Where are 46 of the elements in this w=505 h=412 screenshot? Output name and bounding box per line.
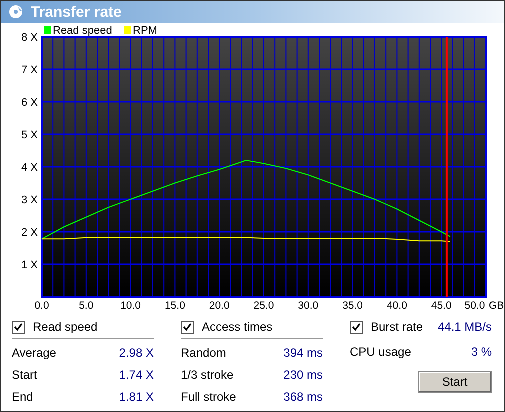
x-tick-label: 5.0 [79, 300, 94, 312]
checkbox[interactable] [12, 320, 25, 334]
checkbox-label: Burst rate [371, 320, 424, 334]
stat-value: 2.98 X [119, 346, 154, 360]
window-title: Transfer rate [31, 4, 122, 20]
y-tick-label: 3 X [21, 194, 38, 206]
stat-label: Start [12, 368, 38, 382]
disc-icon [9, 5, 23, 19]
stat-label: Average [12, 346, 56, 360]
stat-value: 1.81 X [119, 390, 154, 404]
stat-label: CPU usage [350, 345, 412, 359]
y-tick-label: 7 X [21, 64, 38, 76]
y-tick-label: 6 X [21, 97, 38, 109]
stat-value: 230 ms [284, 368, 323, 382]
x-tick-label: 25.0 [254, 300, 274, 312]
stat-value: 394 ms [284, 346, 323, 360]
x-tick-label: 45.0 [431, 300, 452, 312]
x-tick-label: 40.0 [386, 300, 408, 312]
x-tick-label: 20.0 [209, 300, 230, 312]
checkbox[interactable] [181, 320, 194, 334]
start-button[interactable]: Start [418, 371, 492, 393]
x-tick-label: 35.0 [342, 300, 364, 312]
y-tick-label: 5 X [21, 130, 38, 142]
stat-label: 1/3 stroke [181, 368, 234, 382]
burst-rate-value: 44.1 MB/s [438, 320, 492, 334]
x-tick-label: 0.0 [34, 300, 50, 312]
legend-label: RPM [133, 25, 158, 37]
stat-value: 3 % [471, 345, 492, 359]
x-tick-label: 10.0 [120, 300, 142, 312]
x-tick-label: 50.0 [464, 300, 486, 312]
stat-value: 368 ms [284, 390, 323, 404]
checkbox[interactable] [350, 320, 363, 334]
stat-label: Full stroke [181, 390, 236, 404]
y-tick-label: 8 X [21, 32, 38, 44]
stat-value: 1.74 X [119, 368, 154, 382]
x-tick-label: 30.0 [298, 300, 319, 312]
y-tick-label: 1 X [21, 260, 38, 272]
y-tick-label: 4 X [21, 162, 38, 174]
x-axis-label: GB [489, 300, 504, 312]
checkbox-label: Access times [202, 320, 273, 334]
y-tick-label: 2 X [21, 227, 38, 239]
stat-label: Random [181, 346, 226, 360]
legend-label: Read speed [53, 25, 112, 37]
checkbox-label: Read speed [33, 320, 98, 334]
x-tick-label: 15.0 [164, 300, 186, 312]
stat-label: End [12, 390, 34, 404]
